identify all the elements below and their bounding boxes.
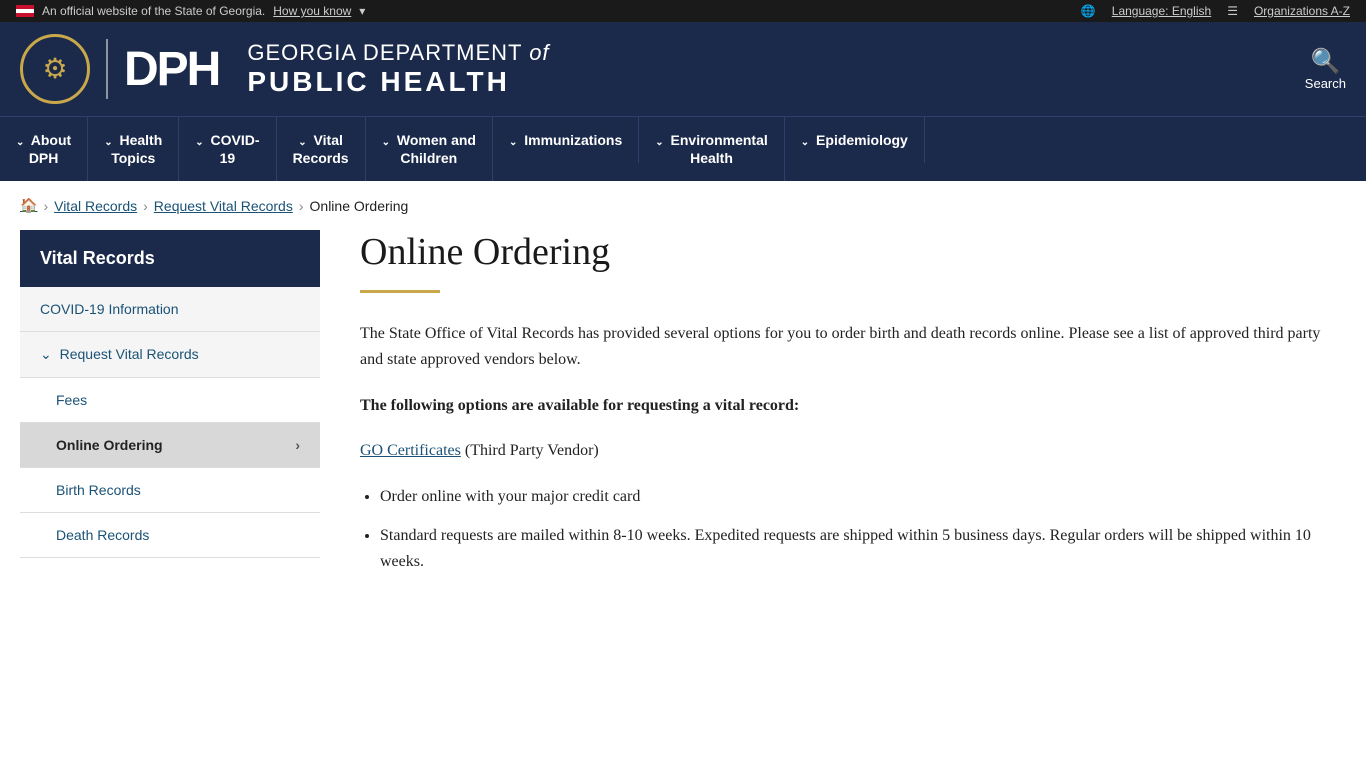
top-bar-right: 🌐 Language: English ☰ Organizations A-Z <box>1081 4 1350 18</box>
vendor-type: (Third Party Vendor) <box>465 442 599 459</box>
sidebar-item-covid-info[interactable]: COVID-19 Information <box>20 287 320 332</box>
bullet-2: Standard requests are mailed within 8-10… <box>380 523 1346 574</box>
official-text: An official website of the State of Geor… <box>42 4 265 18</box>
nav-item-epidemiology[interactable]: ⌄ Epidemiology <box>785 117 925 181</box>
intro-paragraph: The State Office of Vital Records has pr… <box>360 321 1346 372</box>
logo-seal: ⚙ <box>20 34 90 104</box>
breadcrumb-sep-3: › <box>299 198 304 214</box>
chevron-icon: ⌄ <box>801 137 809 148</box>
chevron-icon: ⌄ <box>382 137 390 148</box>
top-bar-left: An official website of the State of Geor… <box>16 4 365 18</box>
nav-item-women-children[interactable]: ⌄ Women andChildren <box>366 117 493 181</box>
nav-item-env-health[interactable]: ⌄ EnvironmentalHealth <box>639 117 785 181</box>
breadcrumb-sep-2: › <box>143 198 148 214</box>
nav-link-about[interactable]: ⌄ AboutDPH <box>0 117 88 181</box>
organizations-link[interactable]: Organizations A-Z <box>1254 4 1350 18</box>
expand-icon: ⌄ <box>40 346 52 362</box>
breadcrumb-request-vital[interactable]: Request Vital Records <box>154 198 293 214</box>
nav-link-env-health[interactable]: ⌄ EnvironmentalHealth <box>639 117 785 181</box>
header-title: GEORGIA DEPARTMENT of PUBLIC HEALTH <box>247 40 549 98</box>
how-you-know-link[interactable]: How you know <box>273 4 351 18</box>
sidebar-item-online-ordering[interactable]: Online Ordering › <box>20 423 320 468</box>
breadcrumb-vital-records[interactable]: Vital Records <box>54 198 137 214</box>
chevron-icon: ⌄ <box>195 137 203 148</box>
nav-item-health-topics[interactable]: ⌄ HealthTopics <box>88 117 179 181</box>
nav-item-about[interactable]: ⌄ AboutDPH <box>0 117 88 181</box>
nav-link-immunizations[interactable]: ⌄ Immunizations <box>493 117 639 163</box>
dept-name-line2: PUBLIC HEALTH <box>247 66 549 98</box>
vendor-link[interactable]: GO Certificates <box>360 442 461 459</box>
chevron-icon: ⌄ <box>509 137 517 148</box>
vendor-line: GO Certificates (Third Party Vendor) <box>360 438 1346 464</box>
sidebar-title: Vital Records <box>20 230 320 287</box>
main-content: Online Ordering The State Office of Vita… <box>360 230 1346 590</box>
georgia-flag <box>16 5 34 17</box>
nav-link-covid[interactable]: ⌄ COVID-19 <box>179 117 276 181</box>
search-button[interactable]: 🔍 Search <box>1305 47 1346 91</box>
search-icon: 🔍 <box>1305 47 1346 76</box>
seal-icon: ⚙ <box>42 52 67 86</box>
chevron-icon: ⌄ <box>655 137 663 148</box>
logo-group: ⚙ DPH GEORGIA DEPARTMENT of PUBLIC HEALT… <box>20 34 550 104</box>
sidebar-link-birth-records[interactable]: Birth Records <box>20 468 320 512</box>
sidebar-item-request-vital[interactable]: ⌄ Request Vital Records <box>20 332 320 378</box>
globe-icon: 🌐 <box>1081 4 1096 18</box>
nav-link-women-children[interactable]: ⌄ Women andChildren <box>366 117 493 181</box>
nav-item-covid[interactable]: ⌄ COVID-19 <box>179 117 276 181</box>
sidebar-link-request-vital[interactable]: ⌄ Request Vital Records <box>20 332 320 377</box>
dropdown-arrow: ▾ <box>359 4 365 18</box>
options-heading: The following options are available for … <box>360 393 1346 419</box>
sidebar-subnav: Fees Online Ordering › Birth Records Dea… <box>20 378 320 558</box>
sidebar-item-death-records[interactable]: Death Records <box>20 513 320 558</box>
top-bar: An official website of the State of Geor… <box>0 0 1366 22</box>
nav-item-vital-records[interactable]: ⌄ VitalRecords <box>277 117 366 181</box>
main-layout: Vital Records COVID-19 Information ⌄ Req… <box>0 230 1366 630</box>
chevron-icon: ⌄ <box>16 137 24 148</box>
sidebar-item-birth-records[interactable]: Birth Records <box>20 468 320 513</box>
title-underline <box>360 290 440 293</box>
sidebar-link-online-ordering[interactable]: Online Ordering › <box>20 423 320 467</box>
breadcrumb: 🏠 › Vital Records › Request Vital Record… <box>0 181 1366 230</box>
chevron-icon: ⌄ <box>104 137 112 148</box>
bullet-1: Order online with your major credit card <box>380 484 1346 510</box>
logo-divider <box>106 39 108 99</box>
sidebar: Vital Records COVID-19 Information ⌄ Req… <box>20 230 320 590</box>
nav-link-health-topics[interactable]: ⌄ HealthTopics <box>88 117 179 181</box>
chevron-right-icon: › <box>295 437 300 453</box>
breadcrumb-current: Online Ordering <box>310 198 409 214</box>
breadcrumb-home[interactable]: 🏠 <box>20 197 37 214</box>
menu-icon: ☰ <box>1227 4 1238 18</box>
sidebar-link-death-records[interactable]: Death Records <box>20 513 320 557</box>
breadcrumb-sep-1: › <box>43 198 48 214</box>
nav-link-epidemiology[interactable]: ⌄ Epidemiology <box>785 117 925 163</box>
sidebar-link-covid-info[interactable]: COVID-19 Information <box>20 287 320 331</box>
content-body: The State Office of Vital Records has pr… <box>360 321 1346 574</box>
nav-link-vital-records[interactable]: ⌄ VitalRecords <box>277 117 366 181</box>
main-nav: ⌄ AboutDPH ⌄ HealthTopics ⌄ COVID-19 ⌄ V… <box>0 116 1366 181</box>
chevron-icon: ⌄ <box>298 137 306 148</box>
dph-letters: DPH <box>124 42 219 97</box>
language-link[interactable]: Language: English <box>1112 4 1211 18</box>
site-header: ⚙ DPH GEORGIA DEPARTMENT of PUBLIC HEALT… <box>0 22 1366 116</box>
sidebar-link-fees[interactable]: Fees <box>20 378 320 422</box>
page-title: Online Ordering <box>360 230 1346 274</box>
nav-item-immunizations[interactable]: ⌄ Immunizations <box>493 117 639 181</box>
sidebar-item-fees[interactable]: Fees <box>20 378 320 423</box>
dept-name-line1: GEORGIA DEPARTMENT of <box>247 40 549 66</box>
vendor-bullets: Order online with your major credit card… <box>380 484 1346 575</box>
